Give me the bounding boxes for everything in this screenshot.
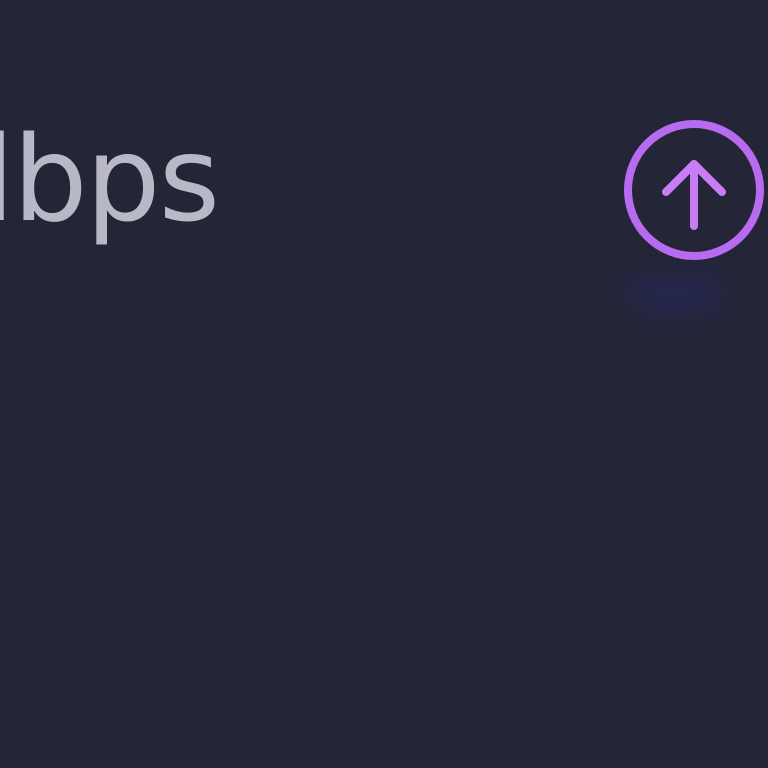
icon-shadow <box>620 272 730 316</box>
arrow-up-circle-icon <box>618 114 768 266</box>
speed-unit-label: lbps <box>0 110 220 248</box>
speed-panel: lbps <box>0 0 768 768</box>
